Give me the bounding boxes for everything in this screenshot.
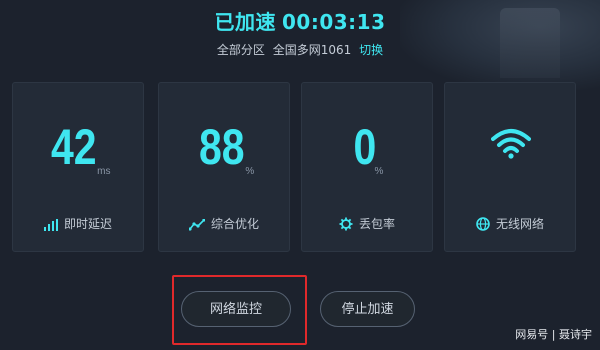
optimization-card: 88% 综合优化	[158, 82, 290, 252]
optimization-label-row: 综合优化	[159, 215, 289, 234]
optimization-number: 88	[198, 119, 245, 175]
latency-unit: ms	[97, 166, 111, 177]
stats-cards: 42ms 即时延迟 88% 综合优化 0% 丢包率 无线网络	[12, 82, 592, 252]
packet-loss-label: 丢包率	[358, 217, 395, 231]
signal-bars-icon	[43, 219, 58, 234]
acceleration-status: 已加速 00:03:13	[0, 6, 600, 35]
acceleration-header: 已加速 00:03:13 全部分区 全国多网1061 切换	[0, 6, 600, 58]
optimization-value: 88%	[159, 117, 289, 202]
stop-acceleration-button[interactable]: 停止加速	[320, 291, 415, 327]
trend-line-icon	[188, 218, 206, 234]
packet-loss-value: 0%	[302, 117, 432, 202]
elapsed-timer: 00:03:13	[282, 10, 386, 34]
switch-route-link[interactable]: 切换	[359, 43, 383, 57]
wifi-icon	[491, 127, 531, 163]
latency-label-row: 即时延迟	[13, 215, 143, 234]
wireless-label: 无线网络	[495, 217, 544, 231]
optimization-label: 综合优化	[210, 217, 259, 231]
network-monitor-button[interactable]: 网络监控	[181, 291, 291, 327]
packet-loss-number: 0	[353, 119, 376, 175]
latency-label: 即时延迟	[63, 217, 112, 231]
wireless-label-row: 无线网络	[445, 215, 575, 234]
wireless-card: 无线网络	[444, 82, 576, 252]
packet-loss-label-row: 丢包率	[302, 215, 432, 234]
packet-loss-card: 0% 丢包率	[301, 82, 433, 252]
latency-number: 42	[50, 119, 97, 175]
latency-value: 42ms	[13, 117, 143, 202]
status-text: 已加速	[214, 10, 276, 34]
optimization-unit: %	[245, 166, 255, 177]
latency-card: 42ms 即时延迟	[12, 82, 144, 252]
route-label: 全国多网1061	[272, 43, 352, 57]
globe-icon	[476, 217, 490, 234]
gear-icon	[339, 217, 353, 234]
server-region-line: 全部分区 全国多网1061 切换	[0, 41, 600, 58]
region-label: 全部分区	[216, 43, 265, 57]
watermark: 网易号 | 聂诗宇	[515, 328, 592, 341]
